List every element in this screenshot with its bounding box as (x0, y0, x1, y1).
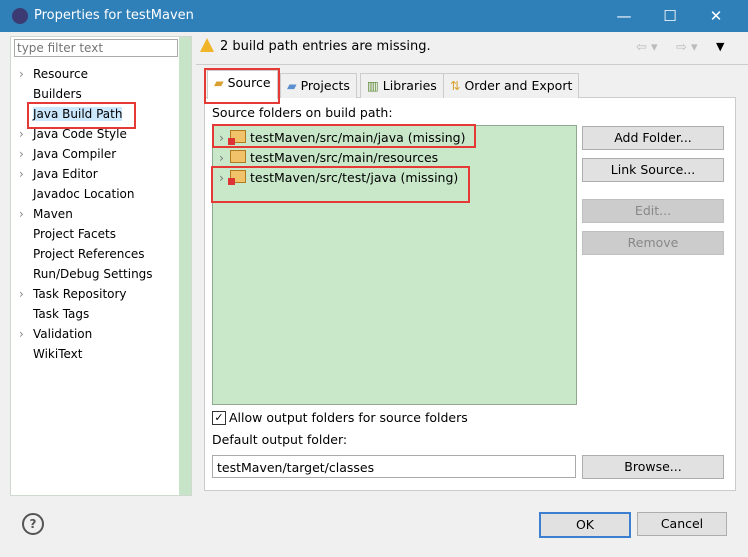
sidebar-item-label: Task Tags (33, 307, 90, 321)
menu-icon[interactable]: ▼ (716, 40, 724, 53)
tab-label: Libraries (382, 78, 437, 93)
source-tab-icon: ▰ (214, 75, 228, 90)
sidebar-item-label: Project Facets (33, 227, 116, 241)
libraries-icon: ▥ (367, 78, 383, 93)
add-folder-button[interactable]: Add Folder... (582, 126, 724, 150)
edit-button[interactable]: Edit... (582, 199, 724, 223)
title-bar: Properties for testMaven — ☐ ✕ (0, 0, 748, 32)
folder-label: testMaven/src/main/java (missing) (250, 130, 466, 145)
sidebar-item-label: WikiText (33, 347, 83, 361)
sidebar-item[interactable]: Javadoc Location (11, 184, 134, 204)
tab-libraries[interactable]: ▥ Libraries (360, 73, 444, 98)
chevron-right-icon[interactable]: › (219, 170, 224, 185)
close-button[interactable]: ✕ (696, 4, 736, 28)
sidebar-item-label: Builders (33, 87, 82, 101)
warning-icon (200, 38, 214, 52)
chevron-right-icon[interactable]: › (219, 150, 224, 165)
window-title: Properties for testMaven (34, 8, 194, 23)
back-icon[interactable]: ⇦ ▾ (636, 40, 658, 55)
sidebar-item-label: Run/Debug Settings (33, 267, 153, 281)
folder-label: testMaven/src/test/java (missing) (250, 170, 459, 185)
sidebar-item-label: Javadoc Location (33, 187, 135, 201)
status-message: 2 build path entries are missing. (220, 39, 431, 54)
remove-button[interactable]: Remove (582, 231, 724, 255)
sidebar-scroll-strip[interactable] (179, 37, 191, 495)
chevron-right-icon[interactable]: › (19, 324, 33, 344)
sidebar-item[interactable]: Task Tags (11, 304, 89, 324)
output-folder-label: Default output folder: (212, 432, 348, 447)
ok-button[interactable]: OK (539, 512, 631, 538)
sidebar-item[interactable]: WikiText (11, 344, 83, 364)
filter-input[interactable] (14, 39, 178, 57)
sidebar-item[interactable]: Builders (11, 84, 82, 104)
sidebar-item[interactable]: Project References (11, 244, 145, 264)
chevron-right-icon[interactable]: › (19, 144, 33, 164)
source-folder-item[interactable]: › testMaven/src/test/java (missing) (219, 168, 458, 188)
browse-button[interactable]: Browse... (582, 455, 724, 479)
forward-icon[interactable]: ⇨ ▾ (676, 40, 698, 55)
sidebar-item[interactable]: Run/Debug Settings (11, 264, 153, 284)
output-folder-input[interactable]: testMaven/target/classes (212, 455, 576, 478)
folder-label: testMaven/src/main/resources (250, 150, 439, 165)
sidebar-item[interactable]: › Resource (11, 64, 88, 84)
chevron-right-icon[interactable]: › (19, 64, 33, 84)
sidebar-item[interactable]: Project Facets (11, 224, 116, 244)
tab-label: Projects (300, 78, 350, 93)
allow-output-checkbox[interactable]: ✓ (212, 411, 226, 425)
source-folder-item[interactable]: › testMaven/src/main/resources (219, 148, 438, 168)
minimize-button[interactable]: — (604, 4, 644, 28)
chevron-right-icon[interactable]: › (19, 164, 33, 184)
sidebar-item-label: Resource (33, 67, 89, 81)
link-source-button[interactable]: Link Source... (582, 158, 724, 182)
sidebar-item-label: Validation (33, 327, 93, 341)
sidebar-item[interactable]: › Java Editor (11, 164, 98, 184)
chevron-right-icon[interactable]: › (19, 124, 33, 144)
sidebar-item[interactable]: › Java Compiler (11, 144, 116, 164)
divider (196, 64, 748, 65)
package-folder-icon (230, 150, 246, 163)
missing-package-folder-icon (228, 130, 246, 145)
sidebar-item[interactable]: › Validation (11, 324, 92, 344)
sidebar-item-label: Project References (33, 247, 145, 261)
tab-source[interactable]: ▰ Source (207, 70, 278, 99)
source-folder-list[interactable]: › testMaven/src/main/java (missing) › testM… (212, 125, 577, 405)
folder-icon: ▰ (287, 78, 301, 93)
sidebar-item-label: Java Code Style (33, 127, 127, 141)
help-button[interactable]: ? (22, 513, 44, 535)
source-list-label: Source folders on build path: (212, 105, 393, 120)
sidebar-item-label: Maven (33, 207, 73, 221)
sidebar-item-label: Java Editor (33, 167, 98, 181)
tab-label: Source (227, 75, 271, 90)
sidebar-item-label: Java Build Path (33, 107, 123, 121)
chevron-right-icon[interactable]: › (19, 284, 33, 304)
allow-output-label: Allow output folders for source folders (229, 410, 468, 425)
chevron-right-icon[interactable]: › (19, 204, 33, 224)
tab-label: Order and Export (464, 78, 573, 93)
tab-projects[interactable]: ▰ Projects (280, 73, 357, 98)
sidebar-item-label: Java Compiler (33, 147, 117, 161)
sidebar-item[interactable]: Java Build Path (11, 104, 123, 124)
source-folder-item[interactable]: › testMaven/src/main/java (missing) (219, 128, 466, 148)
sidebar: ›ResourceBuildersJava Build Path›Java Co… (10, 36, 192, 496)
sidebar-item[interactable]: › Java Code Style (11, 124, 127, 144)
eclipse-icon (12, 8, 28, 24)
sidebar-item[interactable]: › Maven (11, 204, 73, 224)
order-icon: ⇅ (450, 78, 465, 93)
maximize-button[interactable]: ☐ (650, 4, 690, 28)
sidebar-item[interactable]: › Task Repository (11, 284, 127, 304)
chevron-right-icon[interactable]: › (219, 130, 224, 145)
cancel-button[interactable]: Cancel (637, 512, 727, 536)
sidebar-item-label: Task Repository (33, 287, 127, 301)
missing-package-folder-icon (228, 170, 246, 185)
tab-order-export[interactable]: ⇅ Order and Export (443, 73, 580, 98)
